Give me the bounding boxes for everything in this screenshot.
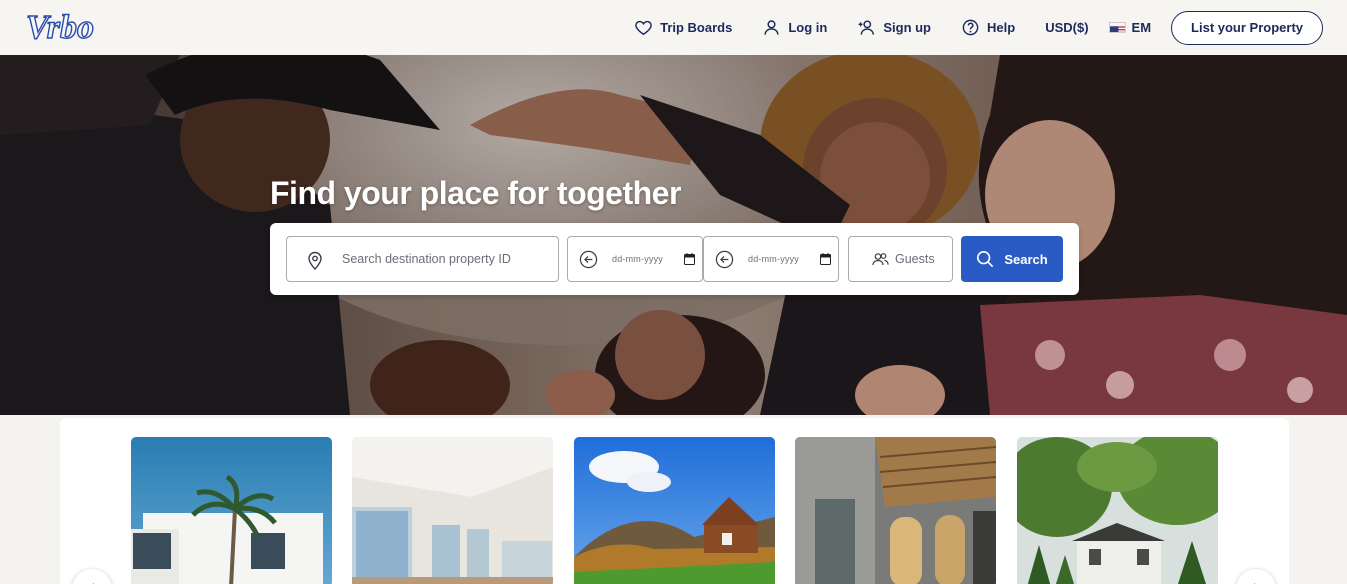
property-photo-loft (795, 437, 996, 584)
property-card-villa[interactable] (131, 437, 332, 584)
location-pin-icon (308, 251, 322, 270)
heart-icon (635, 20, 652, 36)
currency-selector[interactable]: USD($) (1045, 20, 1088, 35)
arrow-left-circle-icon (579, 250, 598, 269)
language-selector[interactable]: EM (1108, 20, 1152, 35)
property-photo-villa (131, 437, 332, 584)
log-in-label: Log in (788, 20, 828, 35)
language-label: EM (1131, 20, 1152, 35)
property-card-cabin[interactable] (574, 437, 775, 584)
add-user-icon (858, 20, 875, 35)
list-property-button[interactable]: List your Property (1171, 10, 1323, 45)
check-out-placeholder: dd-mm-yyyy (748, 254, 799, 264)
guests-input[interactable]: Guests (848, 236, 953, 282)
property-carousel (60, 418, 1289, 584)
sign-up-label: Sign up (883, 20, 932, 35)
property-photo-cottage (1017, 437, 1218, 584)
help-icon (962, 19, 979, 36)
top-header: Vrbo Trip Boards Log in Sign up Help USD… (0, 0, 1347, 55)
svg-text:Vrbo: Vrbo (26, 9, 94, 45)
user-icon (764, 20, 779, 35)
carousel-prev-button[interactable] (72, 569, 112, 584)
trip-boards-label: Trip Boards (660, 20, 733, 35)
check-in-placeholder: dd-mm-yyyy (612, 254, 663, 264)
help-link[interactable]: Help (961, 18, 1015, 37)
carousel-next-button[interactable] (1236, 569, 1276, 584)
property-card-loft[interactable] (795, 437, 996, 584)
search-button-label: Search (1004, 251, 1048, 267)
help-label: Help (987, 20, 1016, 35)
property-card-cottage[interactable] (1017, 437, 1218, 584)
destination-input[interactable]: Search destination property ID (286, 236, 559, 282)
calendar-icon[interactable] (820, 253, 831, 265)
vrbo-logo[interactable]: Vrbo (26, 9, 126, 45)
hero-title: Find your place for together (270, 175, 681, 211)
guests-placeholder: Guests (895, 252, 935, 266)
check-out-date-input[interactable]: dd-mm-yyyy (703, 236, 839, 282)
arrow-left-circle-icon (715, 250, 734, 269)
log-in-link[interactable]: Log in (762, 18, 827, 37)
top-nav: Trip Boards Log in Sign up Help USD($) E… (634, 0, 1323, 55)
us-flag-icon (1108, 22, 1126, 33)
destination-placeholder: Search destination property ID (342, 252, 511, 266)
currency-label: USD($) (1045, 20, 1089, 35)
sign-up-link[interactable]: Sign up (857, 18, 931, 37)
search-icon (977, 250, 994, 268)
hero-banner: Find your place for together Search dest… (0, 55, 1347, 415)
search-button[interactable]: Search (961, 236, 1063, 282)
people-icon (872, 253, 889, 266)
property-card-apartment[interactable] (352, 437, 553, 584)
check-in-date-input[interactable]: dd-mm-yyyy (567, 236, 703, 282)
property-photo-apartment (352, 437, 553, 584)
calendar-icon[interactable] (684, 253, 695, 265)
trip-boards-link[interactable]: Trip Boards (634, 18, 732, 37)
search-panel: Search destination property ID dd-mm-yyy… (270, 223, 1079, 295)
property-photo-cabin (574, 437, 775, 584)
